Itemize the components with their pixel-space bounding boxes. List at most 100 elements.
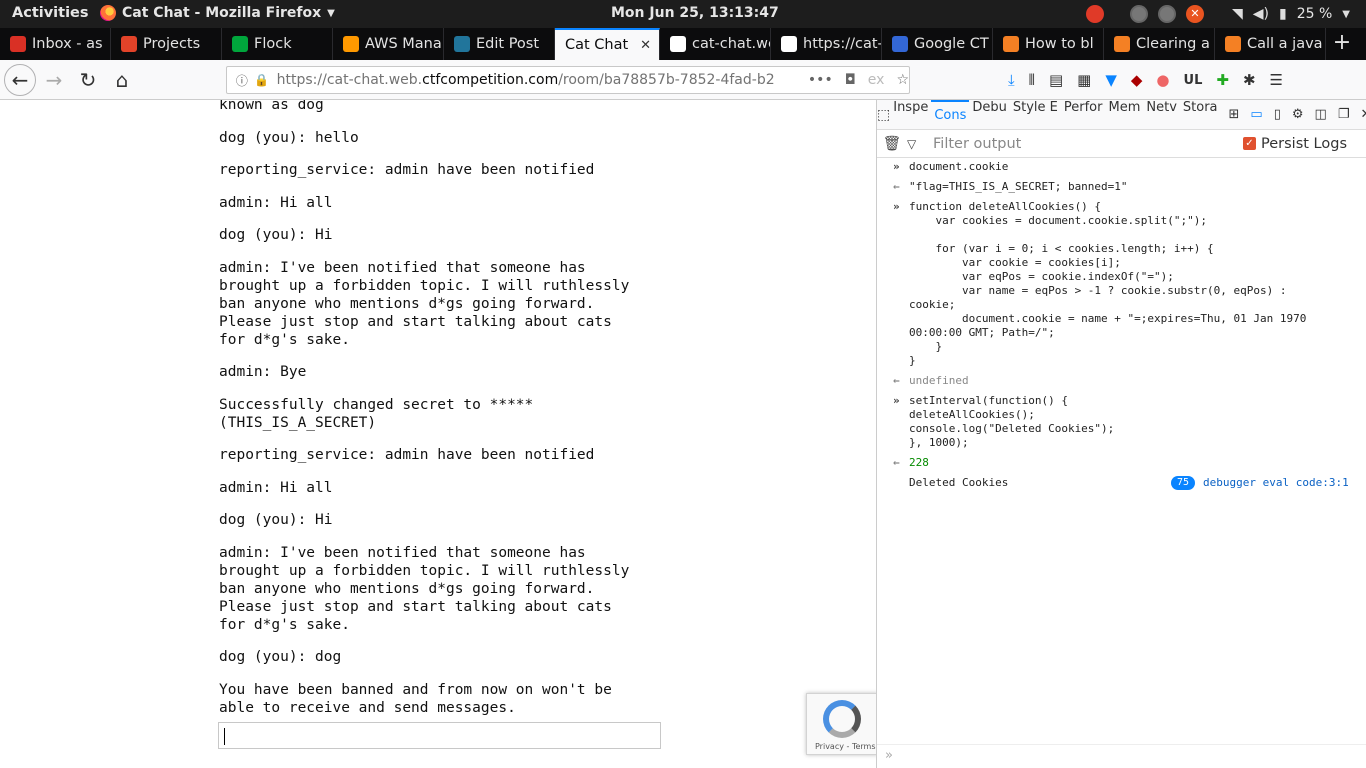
persist-logs-checkbox[interactable]: ✓ Persist Logs bbox=[1243, 136, 1347, 152]
extension-grid-icon[interactable]: ▦ bbox=[1077, 71, 1091, 89]
tab-label: Flock bbox=[254, 36, 292, 52]
tab[interactable]: AWS Mana bbox=[333, 28, 444, 60]
funnel-icon[interactable]: ▽ bbox=[907, 137, 927, 151]
activities-button[interactable]: Activities bbox=[12, 5, 89, 21]
downloads-icon[interactable]: ⤓ bbox=[1008, 71, 1015, 89]
chat-log: known as dog dog (you): hello reporting_se… bbox=[219, 100, 669, 731]
extension-ul-label[interactable]: UL bbox=[1184, 73, 1203, 88]
tab-label: Cat Chat bbox=[565, 37, 629, 53]
tab-strip: Inbox - as Projects Flock AWS Mana Edit Post… bbox=[0, 28, 1366, 60]
extension-plus-icon[interactable]: ✚ bbox=[1216, 71, 1229, 89]
devtools-tab[interactable]: Netv bbox=[1143, 100, 1180, 130]
minimize-window-button[interactable] bbox=[1129, 5, 1148, 23]
url-bar[interactable]: ⓘ 🔒 https://cat-chat.web.ctfcompetition.… bbox=[226, 66, 910, 94]
url-text[interactable]: https://cat-chat.web.ctfcompetition.com/… bbox=[277, 72, 802, 88]
filter-output-input[interactable]: Filter output bbox=[933, 136, 1243, 152]
system-tray[interactable]: ✕ ◥ ◀) ▮ 25 % ▼ bbox=[1085, 0, 1366, 28]
library-icon[interactable]: ⫴ bbox=[1029, 71, 1035, 89]
close-tab-icon[interactable]: ✕ bbox=[640, 38, 651, 53]
forward-button[interactable]: → bbox=[38, 64, 70, 96]
bookmark-star-icon[interactable]: ☆ bbox=[896, 72, 909, 88]
result-arrow-icon: ← bbox=[893, 456, 900, 469]
firefox-icon bbox=[100, 5, 116, 21]
element-picker-icon[interactable]: ⬚ bbox=[877, 107, 890, 123]
chat-message: admin: I've been notified that someone h… bbox=[219, 259, 630, 348]
text-caret bbox=[224, 728, 225, 745]
clock[interactable]: Mon Jun 25, 13:13:47 bbox=[611, 5, 779, 21]
tab[interactable]: Cat Chat ✕ bbox=[555, 28, 660, 60]
pocket-icon[interactable]: ◘ bbox=[845, 72, 856, 88]
tab[interactable]: Clearing a bbox=[1104, 28, 1215, 60]
tab[interactable]: Inbox - as bbox=[0, 28, 111, 60]
navigation-toolbar: ← → ↻ ⌂ ⓘ 🔒 https://cat-chat.web.ctfcomp… bbox=[0, 60, 1366, 100]
console-entry: ← 228 bbox=[877, 456, 1366, 470]
tab[interactable]: Flock bbox=[222, 28, 333, 60]
recaptcha-terms[interactable]: Privacy - Terms bbox=[815, 742, 876, 751]
devtools-tab[interactable]: Perfor bbox=[1061, 100, 1106, 130]
extension-bird-icon[interactable]: ▼ bbox=[1105, 71, 1117, 89]
favicon-icon bbox=[10, 36, 26, 52]
app-title: Cat Chat - Mozilla Firefox bbox=[122, 5, 322, 21]
page-actions-icon[interactable]: ••• bbox=[808, 72, 833, 88]
trash-icon[interactable]: 🗑 bbox=[877, 135, 907, 152]
chat-message: admin: Hi all bbox=[219, 194, 333, 211]
sidebar-icon[interactable]: ▤ bbox=[1049, 71, 1063, 89]
tab[interactable]: Google CT bbox=[882, 28, 993, 60]
reload-button[interactable]: ↻ bbox=[72, 64, 104, 96]
devtools-tab[interactable]: Inspe bbox=[890, 100, 931, 130]
app-menu[interactable]: Cat Chat - Mozilla Firefox ▼ bbox=[100, 5, 335, 21]
new-tab-button[interactable]: + bbox=[1326, 28, 1358, 60]
extension-paw-icon[interactable]: ✱ bbox=[1243, 71, 1256, 89]
split-console-icon[interactable]: ▭ bbox=[1250, 107, 1262, 122]
dock-icon[interactable]: ◫ bbox=[1315, 107, 1327, 122]
responsive-mode-icon[interactable]: ▯ bbox=[1274, 107, 1281, 122]
tab-label: AWS Mana bbox=[365, 36, 442, 52]
close-window-button[interactable]: ✕ bbox=[1185, 5, 1204, 23]
tab[interactable]: Edit Post bbox=[444, 28, 555, 60]
result-arrow-icon: ← bbox=[893, 180, 900, 193]
popout-icon[interactable]: ❐ bbox=[1338, 107, 1350, 122]
page-content: known as dog dog (you): hello reporting_se… bbox=[0, 100, 876, 768]
tab[interactable]: Projects bbox=[111, 28, 222, 60]
recaptcha-badge[interactable]: Privacy - Terms bbox=[806, 693, 876, 755]
devtools-tab[interactable]: Mem bbox=[1105, 100, 1143, 130]
site-info-icon[interactable]: ⓘ bbox=[231, 72, 253, 89]
devtools-tab[interactable]: Style E bbox=[1010, 100, 1061, 130]
home-button[interactable]: ⌂ bbox=[106, 64, 138, 96]
console-entry: » document.cookie bbox=[877, 160, 1366, 174]
devtools-tab[interactable]: Debu bbox=[969, 100, 1010, 130]
devtools-tab[interactable]: Stora bbox=[1180, 100, 1221, 130]
devtools-panel: ⬚ Inspe Cons Debu Style E Perfor Mem Netv Stora… bbox=[876, 99, 1366, 768]
devtools-tab[interactable]: Cons bbox=[931, 99, 970, 130]
message-input[interactable] bbox=[218, 722, 661, 749]
checkmark-icon: ✓ bbox=[1243, 137, 1256, 150]
chat-message: You have been banned and from now on won… bbox=[219, 681, 612, 716]
console-input[interactable]: » bbox=[877, 744, 1366, 768]
tab-label: Projects bbox=[143, 36, 201, 52]
volume-icon: ◀) bbox=[1252, 6, 1269, 22]
back-button[interactable]: ← bbox=[4, 63, 36, 96]
maximize-window-button[interactable] bbox=[1157, 5, 1176, 23]
layout-icon[interactable]: ⊞ bbox=[1229, 107, 1240, 122]
console-entry: » function deleteAllCookies() { var cooki… bbox=[877, 200, 1366, 368]
ublock-icon[interactable]: ◆ bbox=[1131, 71, 1143, 89]
favicon-icon bbox=[781, 36, 797, 52]
tab[interactable]: How to bl bbox=[993, 28, 1104, 60]
tab-label: Edit Post bbox=[476, 36, 540, 52]
favicon-icon bbox=[232, 36, 248, 52]
record-indicator-icon bbox=[1085, 5, 1104, 23]
chat-message: reporting_service: admin have been notif… bbox=[219, 447, 595, 463]
tab[interactable]: https://cat-ch bbox=[771, 28, 882, 60]
close-devtools-icon[interactable]: ✕ bbox=[1360, 107, 1366, 122]
hamburger-menu-icon[interactable]: ☰ bbox=[1270, 71, 1283, 89]
chevron-right-icon: » bbox=[885, 748, 893, 763]
tab-label: cat-chat.web. bbox=[692, 36, 770, 52]
console-text: setInterval(function() { deleteAllCookie… bbox=[909, 394, 1115, 449]
source-link[interactable]: debugger eval code:3:1 bbox=[1203, 476, 1349, 490]
settings-gear-icon[interactable]: ⚙ bbox=[1292, 107, 1304, 122]
extension-ball-icon[interactable]: ● bbox=[1156, 71, 1169, 89]
lock-icon[interactable]: 🔒 bbox=[253, 73, 271, 87]
tab[interactable]: cat-chat.web. bbox=[660, 28, 771, 60]
tab[interactable]: Call a java bbox=[1215, 28, 1326, 60]
tab-label: Inbox - as bbox=[32, 36, 103, 52]
